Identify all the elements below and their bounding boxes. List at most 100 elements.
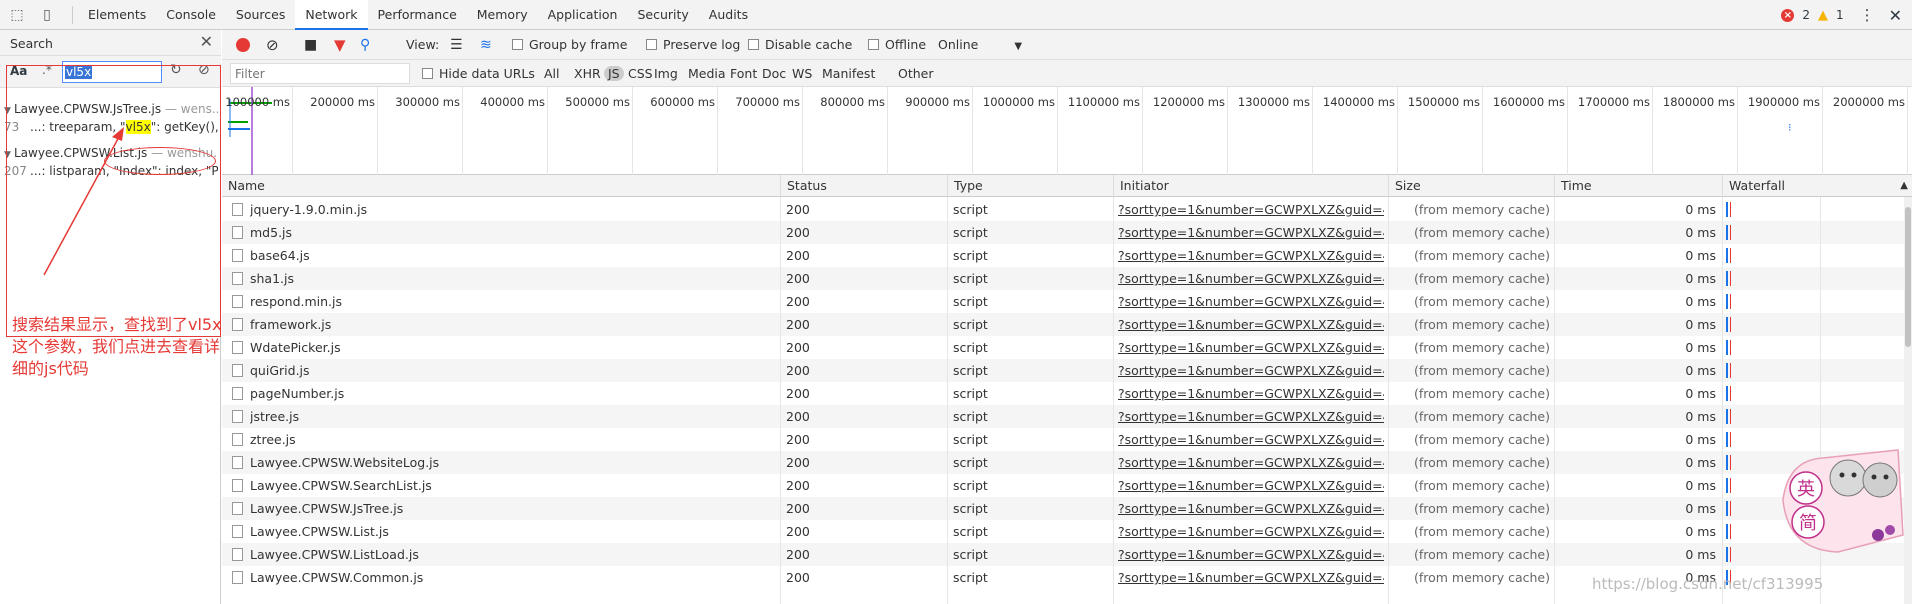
tab-performance[interactable]: Performance [368,0,467,30]
row-name[interactable]: WdatePicker.js [250,336,775,359]
row-initiator-link[interactable]: ?sorttype=1&number=GCWPXLXZ&guid=4... [1118,451,1384,474]
row-initiator-link[interactable]: ?sorttype=1&number=GCWPXLXZ&guid=4... [1118,359,1384,382]
row-name[interactable]: ztree.js [250,428,775,451]
table-row[interactable]: quiGrid.js 200 script ?sorttype=1&number=GC… [222,359,1912,382]
filter-type-css[interactable]: CSS [628,66,653,81]
more-options-icon[interactable]: ⋮ [1860,6,1875,24]
column-status[interactable]: Status [780,175,947,197]
table-row[interactable]: jstree.js 200 script ?sorttype=1&number=GCW… [222,405,1912,428]
row-name[interactable]: Lawyee.CPWSW.List.js [250,520,775,543]
close-devtools-icon[interactable]: ✕ [1889,6,1902,25]
table-row[interactable]: Lawyee.CPWSW.List.js 200 script ?sorttype=1… [222,520,1912,543]
tab-audits[interactable]: Audits [699,0,758,30]
row-name[interactable]: Lawyee.CPWSW.ListLoad.js [250,543,775,566]
row-name[interactable]: Lawyee.CPWSW.Common.js [250,566,775,589]
column-type[interactable]: Type [947,175,1113,197]
tab-security[interactable]: Security [627,0,698,30]
filter-type-xhr[interactable]: XHR [574,66,601,81]
table-row[interactable]: ztree.js 200 script ?sorttype=1&number=GCWP… [222,428,1912,451]
row-initiator-link[interactable]: ?sorttype=1&number=GCWPXLXZ&guid=4... [1118,474,1384,497]
filter-type-img[interactable]: Img [654,66,678,81]
row-initiator-link[interactable]: ?sorttype=1&number=GCWPXLXZ&guid=4... [1118,428,1384,451]
preserve-log-checkbox[interactable]: Preserve log [646,30,740,60]
hide-data-urls-checkbox[interactable]: Hide data URLs [422,66,535,81]
row-initiator-link[interactable]: ?sorttype=1&number=GCWPXLXZ&guid=4... [1118,543,1384,566]
row-initiator-link[interactable]: ?sorttype=1&number=GCWPXLXZ&guid=4... [1118,198,1384,221]
capture-screenshots-icon[interactable]: ■ [304,30,317,60]
tab-application[interactable]: Application [538,0,628,30]
warning-icon[interactable]: ▲ [1818,8,1828,23]
row-initiator-link[interactable]: ?sorttype=1&number=GCWPXLXZ&guid=4... [1118,405,1384,428]
tab-sources[interactable]: Sources [226,0,295,30]
column-name[interactable]: Name [222,175,780,197]
table-row[interactable]: Lawyee.CPWSW.ListLoad.js 200 script ?sortty… [222,543,1912,566]
filter-type-media[interactable]: Media [688,66,726,81]
row-initiator-link[interactable]: ?sorttype=1&number=GCWPXLXZ&guid=4... [1118,313,1384,336]
row-name[interactable]: pageNumber.js [250,382,775,405]
table-row[interactable]: Lawyee.CPWSW.WebsiteLog.js 200 script ?sort… [222,451,1912,474]
row-initiator-link[interactable]: ?sorttype=1&number=GCWPXLXZ&guid=4... [1118,382,1384,405]
row-name[interactable]: Lawyee.CPWSW.SearchList.js [250,474,775,497]
filter-type-font[interactable]: Font [730,66,757,81]
row-name[interactable]: respond.min.js [250,290,775,313]
row-initiator-link[interactable]: ?sorttype=1&number=GCWPXLXZ&guid=4... [1118,520,1384,543]
row-name[interactable]: Lawyee.CPWSW.JsTree.js [250,497,775,520]
table-row[interactable]: base64.js 200 script ?sorttype=1&number=GCW… [222,244,1912,267]
record-button[interactable] [236,38,250,52]
filter-type-doc[interactable]: Doc [762,66,786,81]
large-rows-icon[interactable]: ☰ [450,30,463,60]
filter-type-ws[interactable]: WS [792,66,812,81]
column-size[interactable]: Size [1388,175,1554,197]
clear-log-icon[interactable]: ⊘ [266,30,279,60]
table-row[interactable]: respond.min.js 200 script ?sorttype=1&numbe… [222,290,1912,313]
group-by-frame-checkbox[interactable]: Group by frame [512,30,627,60]
row-name[interactable]: jstree.js [250,405,775,428]
column-time[interactable]: Time [1554,175,1722,197]
scrollbar-thumb[interactable] [1905,207,1911,347]
table-row[interactable]: framework.js 200 script ?sorttype=1&number=… [222,313,1912,336]
row-initiator-link[interactable]: ?sorttype=1&number=GCWPXLXZ&guid=4... [1118,497,1384,520]
table-row[interactable]: WdatePicker.js 200 script ?sorttype=1&numbe… [222,336,1912,359]
table-row[interactable]: Lawyee.CPWSW.JsTree.js 200 script ?sorttype… [222,497,1912,520]
row-name[interactable]: md5.js [250,221,775,244]
row-initiator-link[interactable]: ?sorttype=1&number=GCWPXLXZ&guid=4... [1118,221,1384,244]
close-search-icon[interactable]: ✕ [200,32,213,51]
inspect-element-icon[interactable]: ⬚ [8,6,26,24]
row-name[interactable]: framework.js [250,313,775,336]
table-row[interactable]: Lawyee.CPWSW.SearchList.js 200 script ?sort… [222,474,1912,497]
row-initiator-link[interactable]: ?sorttype=1&number=GCWPXLXZ&guid=4... [1118,336,1384,359]
search-icon[interactable]: ⚲ [360,30,370,60]
filter-icon[interactable]: ▼ [334,30,346,60]
disable-cache-checkbox[interactable]: Disable cache [748,30,852,60]
column-waterfall[interactable]: Waterfall ▲ [1722,175,1912,197]
row-initiator-link[interactable]: ?sorttype=1&number=GCWPXLXZ&guid=4... [1118,566,1384,589]
table-row[interactable]: md5.js 200 script ?sorttype=1&number=GCWPXL… [222,221,1912,244]
error-icon[interactable]: × [1781,8,1795,22]
row-initiator-link[interactable]: ?sorttype=1&number=GCWPXLXZ&guid=4... [1118,244,1384,267]
row-name[interactable]: base64.js [250,244,775,267]
throttle-select[interactable]: Online ▼ [938,30,1022,60]
tab-elements[interactable]: Elements [78,0,156,30]
row-initiator-link[interactable]: ?sorttype=1&number=GCWPXLXZ&guid=4... [1118,267,1384,290]
column-initiator[interactable]: Initiator [1113,175,1388,197]
filter-type-all[interactable]: All [544,66,560,81]
table-row[interactable]: pageNumber.js 200 script ?sorttype=1&number… [222,382,1912,405]
filter-type-manifest[interactable]: Manifest [822,66,875,81]
filter-input[interactable] [230,63,410,84]
tab-console[interactable]: Console [156,0,226,30]
timeline-overview[interactable]: ⁝ 100000 ms 200000 ms 300000 ms 400000 ms 50… [222,87,1912,175]
device-toolbar-icon[interactable]: ▯ [38,6,56,24]
row-initiator-link[interactable]: ?sorttype=1&number=GCWPXLXZ&guid=4... [1118,290,1384,313]
tab-memory[interactable]: Memory [467,0,538,30]
warning-count[interactable]: 1 [1836,8,1844,22]
filter-type-js[interactable]: JS [604,66,624,81]
table-row[interactable]: sha1.js 200 script ?sorttype=1&number=GCWPX… [222,267,1912,290]
row-name[interactable]: quiGrid.js [250,359,775,382]
overview-icon[interactable]: ≋ [480,30,492,60]
row-name[interactable]: Lawyee.CPWSW.WebsiteLog.js [250,451,775,474]
row-name[interactable]: jquery-1.9.0.min.js [250,198,775,221]
table-row[interactable]: jquery-1.9.0.min.js 200 script ?sorttype=1&… [222,198,1912,221]
row-name[interactable]: sha1.js [250,267,775,290]
tab-network[interactable]: Network [295,0,368,30]
error-count[interactable]: 2 [1802,8,1810,22]
